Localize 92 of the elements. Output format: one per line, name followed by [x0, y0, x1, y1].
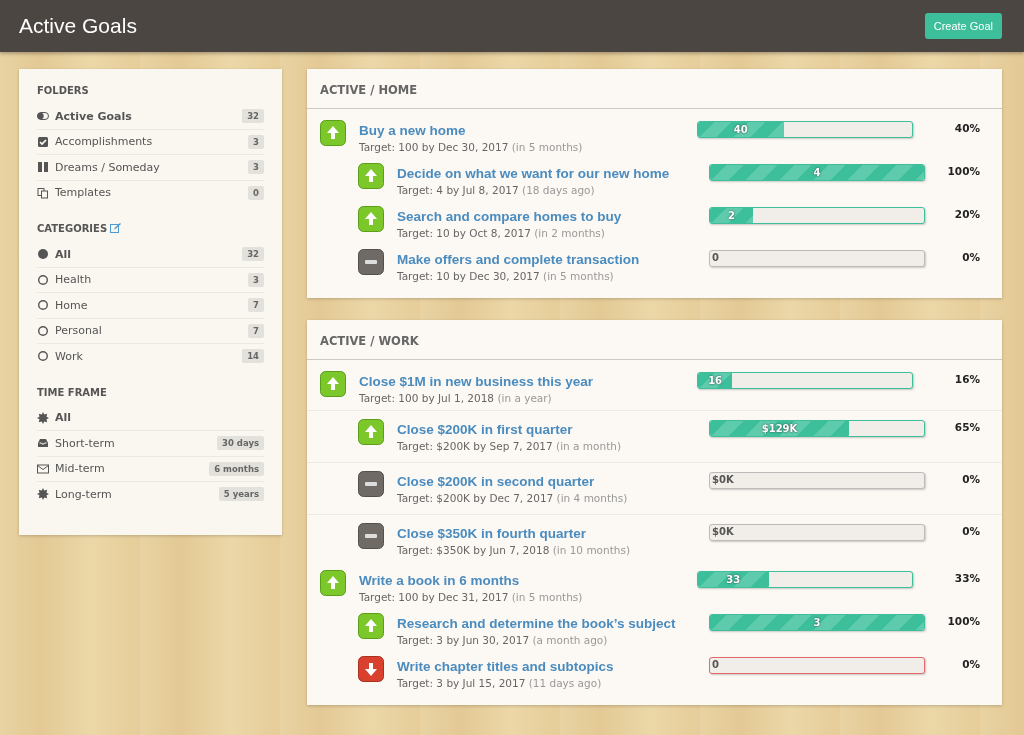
- sidebar-item[interactable]: Home 7: [37, 293, 264, 319]
- sidebar-item[interactable]: Short-term 30 days: [37, 431, 264, 457]
- target-text: Target: 100 by Jul 1, 2018: [359, 392, 495, 404]
- count-badge: 14: [242, 349, 264, 364]
- due-text: (11 days ago): [528, 677, 602, 689]
- due-text: (in a month): [556, 440, 622, 452]
- filled-circle-icon: [37, 248, 49, 261]
- section-heading: FOLDERS: [37, 85, 89, 96]
- sidebar-item[interactable]: All: [37, 405, 264, 431]
- progress-value: 0: [712, 659, 719, 670]
- count-badge: 3: [248, 160, 264, 175]
- target-text: Target: 3 by Jun 30, 2017: [397, 634, 530, 646]
- copy-icon: [37, 186, 49, 199]
- percent-text: 0%: [961, 525, 980, 537]
- progress-value: 2: [727, 210, 735, 221]
- percent-text: 20%: [953, 208, 980, 220]
- percent-text: 0%: [961, 251, 980, 263]
- count-badge: 32: [242, 109, 264, 124]
- sidebar-item[interactable]: All 32: [37, 242, 264, 268]
- circle-icon: [37, 299, 49, 312]
- section-heading: CATEGORIES: [37, 223, 108, 234]
- percent-text: 40%: [953, 122, 980, 134]
- sidebar-item[interactable]: Active Goals 32: [37, 104, 264, 130]
- progress-value: $0K: [712, 474, 734, 485]
- circle-icon: [37, 273, 49, 286]
- sidebar-item[interactable]: Work 14: [37, 344, 264, 369]
- count-badge: 32: [242, 247, 264, 262]
- section-heading: TIME FRAME: [37, 386, 107, 398]
- progress-value: 40: [733, 124, 748, 135]
- count-badge: 6 months: [209, 461, 264, 476]
- circle-icon: [37, 324, 49, 337]
- checkbox-icon: [37, 135, 49, 148]
- envelope-icon: [37, 462, 49, 475]
- sidebar-item[interactable]: Mid-term 6 months: [37, 456, 264, 482]
- target-text: Target: $200K by Dec 7, 2017: [397, 492, 554, 504]
- panel-heading: ACTIVE / HOME: [307, 69, 1002, 109]
- progress-value: $129K: [761, 423, 798, 434]
- count-badge: 5 years: [218, 487, 264, 502]
- progress-value: $0K: [712, 526, 734, 537]
- progress-value: 0: [712, 252, 719, 263]
- percent-text: 100%: [946, 615, 980, 627]
- panel-heading: ACTIVE / WORK: [307, 320, 1002, 360]
- minus-icon: [358, 249, 384, 275]
- count-badge: 3: [248, 272, 264, 287]
- progress-value: 3: [813, 617, 821, 628]
- circle-icon: [37, 350, 49, 363]
- count-badge: 0: [248, 185, 264, 200]
- target-text: Target: $200K by Sep 7, 2017: [397, 440, 553, 452]
- starburst-icon: [37, 488, 49, 501]
- sidebar-item[interactable]: Health 3: [37, 267, 264, 293]
- percent-text: 0%: [961, 658, 980, 670]
- percent-text: 16%: [953, 373, 980, 385]
- due-text: (a month ago): [532, 634, 608, 646]
- sidebar-item[interactable]: Accomplishments 3: [37, 129, 264, 155]
- target-text: Target: 10 by Oct 8, 2017: [397, 227, 531, 239]
- target-text: Target: 10 by Dec 30, 2017: [397, 270, 540, 282]
- sidebar-item[interactable]: Long-term 5 years: [37, 482, 264, 507]
- due-text: (in 5 months): [511, 591, 583, 603]
- sidebar-item[interactable]: Templates 0: [37, 180, 264, 205]
- progress-value: 33: [726, 574, 741, 585]
- edit-icon[interactable]: [110, 223, 122, 234]
- target-text: Target: 4 by Jul 8, 2017: [397, 184, 519, 196]
- page-title: Active Goals: [19, 14, 137, 38]
- due-text: (in 2 months): [534, 227, 605, 239]
- count-badge: 3: [248, 134, 264, 149]
- due-text: (18 days ago): [522, 184, 595, 196]
- minus-icon: [358, 523, 384, 549]
- due-text: (in 10 months): [552, 544, 631, 556]
- due-text: (in a year): [497, 392, 552, 404]
- toggle-icon: [37, 110, 49, 123]
- minus-icon: [358, 471, 384, 497]
- starburst-icon: [37, 411, 49, 424]
- count-badge: 7: [248, 298, 264, 313]
- target-text: Target: 100 by Dec 31, 2017: [359, 591, 509, 603]
- sidebar-item[interactable]: Personal 7: [37, 318, 264, 344]
- count-badge: 7: [248, 323, 264, 338]
- progress-value: 16: [708, 375, 723, 386]
- target-text: Target: 100 by Dec 30, 2017: [359, 141, 509, 153]
- percent-text: 100%: [946, 165, 980, 177]
- target-text: Target: $350K by Jun 7, 2018: [397, 544, 550, 556]
- due-text: (in 4 months): [556, 492, 628, 504]
- target-text: Target: 3 by Jul 15, 2017: [397, 677, 526, 689]
- progress-value: 4: [813, 167, 821, 178]
- count-badge: 30 days: [217, 436, 264, 451]
- due-text: (in 5 months): [511, 141, 583, 153]
- inbox-icon: [37, 437, 49, 450]
- percent-text: 0%: [961, 473, 980, 485]
- sidebar-item[interactable]: Dreams / Someday 3: [37, 155, 264, 181]
- pause-icon: [37, 161, 49, 174]
- due-text: (in 5 months): [543, 270, 614, 282]
- percent-text: 33%: [953, 572, 980, 584]
- percent-text: 65%: [953, 421, 980, 433]
